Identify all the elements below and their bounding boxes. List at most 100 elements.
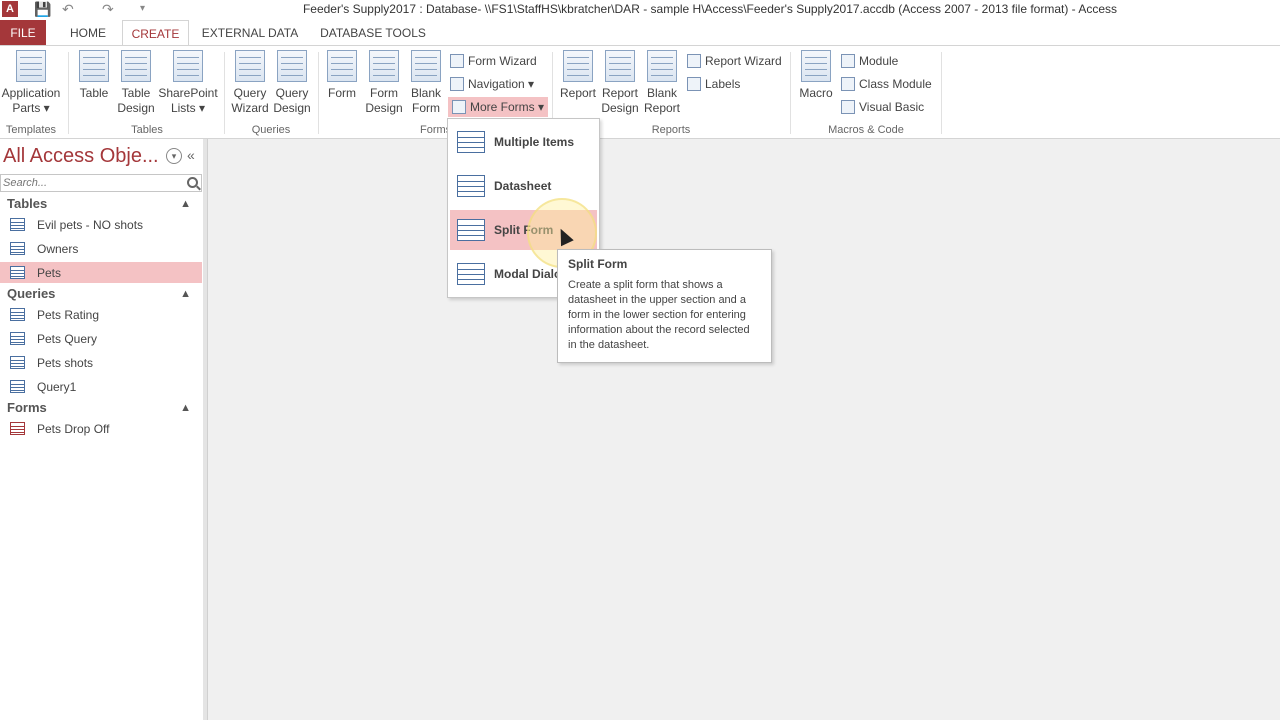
nav-search-box[interactable] [0,174,202,192]
module-button[interactable]: Module [841,51,898,71]
tab-create[interactable]: CREATE [122,20,189,47]
report-wizard-label: Report Wizard [705,54,782,68]
class-module-icon [841,77,855,91]
tab-home[interactable]: HOME [62,20,114,46]
nav-section-queries[interactable]: Queries ▲ [0,283,202,305]
form-design-button[interactable]: Form Design [364,50,404,116]
nav-item-form[interactable]: Pets Drop Off [0,418,202,440]
macro-icon [801,50,831,82]
group-label-queries: Queries [251,124,291,136]
visual-basic-label: Visual Basic [859,100,925,114]
nav-item-query[interactable]: Pets Rating [0,304,202,326]
nav-pane-title[interactable]: All Access Obje... [3,145,159,168]
table-design-icon [121,50,151,82]
menu-item-datasheet[interactable]: Datasheet [450,166,597,206]
report-design-button[interactable]: Report Design [600,50,640,116]
table-icon [10,266,25,279]
save-icon[interactable]: 💾 [34,0,51,18]
query-design-button[interactable]: Query Design [272,50,312,116]
navigation-label: Navigation [468,77,525,91]
chevron-up-icon[interactable]: ▲ [180,283,191,305]
modal-dialog-icon [457,263,485,285]
query-icon [10,332,25,345]
labels-label: Labels [705,77,741,91]
table-design-button[interactable]: Table Design [116,50,156,116]
group-label-macros-code: Macros & Code [828,124,904,136]
access-window: A 💾 ↶ ↷ ▾ Feeder's Supply2017 : Database… [0,0,1280,720]
nav-item-table[interactable]: Owners [0,238,202,260]
nav-search-input[interactable] [3,176,181,190]
form-wizard-button[interactable]: Form Wizard [450,51,537,71]
nav-section-forms[interactable]: Forms ▲ [0,397,202,419]
redo-icon[interactable]: ↷ [102,0,114,18]
nav-item-table[interactable]: Pets [0,262,202,284]
report-wizard-icon [687,54,701,68]
application-parts-button[interactable]: Application Parts ▾ [0,50,62,116]
blank-form-button[interactable]: Blank Form [406,50,446,116]
nav-item-label: Owners [37,242,79,256]
report-button[interactable]: Report [558,50,598,101]
customize-qat-icon[interactable]: ▾ [140,0,145,18]
search-icon[interactable] [187,177,198,188]
window-title: Feeder's Supply2017 : Database- \\FS1\St… [302,2,1118,16]
class-module-label: Class Module [859,77,932,91]
nav-item-label: Pets Rating [37,308,100,322]
query-wizard-button[interactable]: Query Wizard [230,50,270,116]
form-label: Form [328,86,356,100]
report-wizard-button[interactable]: Report Wizard [687,51,782,71]
sharepoint-lists-label: SharePoint Lists [158,86,218,115]
nav-item-query[interactable]: Pets shots [0,352,202,374]
nav-pane-menu-icon[interactable]: ▾ [166,148,182,164]
tooltip-title: Split Form [568,257,628,271]
form-design-icon [369,50,399,82]
form-design-label: Form Design [365,86,403,115]
menu-item-multiple-items[interactable]: Multiple Items [450,122,597,162]
query-wizard-icon [235,50,265,82]
split-form-icon [457,219,485,241]
labels-icon [687,77,701,91]
navigation-button[interactable]: Navigation ▾ [450,74,534,94]
table-button[interactable]: Table [76,50,112,101]
more-forms-button[interactable]: More Forms ▾ [448,97,549,117]
query-icon [10,308,25,321]
macro-button[interactable]: Macro [796,50,836,101]
menu-item-split-form[interactable]: Split Form [450,210,597,250]
table-label: Table [79,86,109,100]
menu-item-label: Split Form [494,223,554,237]
blank-report-icon [647,50,677,82]
more-forms-icon [452,100,466,114]
group-separator [790,52,791,134]
query-icon [10,380,25,393]
group-separator [318,52,319,134]
multiple-items-icon [457,131,485,153]
blank-report-button[interactable]: Blank Report [642,50,682,116]
tooltip-body: Create a split form that shows a datashe… [568,279,750,351]
macro-label: Macro [799,86,833,100]
chevron-up-icon[interactable]: ▲ [180,193,191,215]
class-module-button[interactable]: Class Module [841,74,932,94]
tab-external-data[interactable]: EXTERNAL DATA [196,20,304,46]
undo-icon[interactable]: ↶ [62,0,74,18]
shutter-bar-close-icon[interactable]: « [187,147,195,163]
module-label: Module [859,54,899,68]
visual-basic-button[interactable]: Visual Basic [841,97,924,117]
menu-item-label: Multiple Items [494,135,575,149]
query-design-label: Query Design [273,86,311,115]
group-label-templates: Templates [5,124,57,136]
nav-item-table[interactable]: Evil pets - NO shots [0,214,202,236]
chevron-up-icon[interactable]: ▲ [180,397,191,419]
access-app-icon[interactable]: A [2,1,18,17]
tab-database-tools[interactable]: DATABASE TOOLS [314,20,432,46]
report-icon [563,50,593,82]
nav-item-query[interactable]: Pets Query [0,328,202,350]
tab-file[interactable]: FILE [0,20,46,46]
nav-section-label: Forms [7,400,47,415]
sharepoint-lists-button[interactable]: SharePoint Lists ▾ [158,50,218,116]
form-button[interactable]: Form [324,50,360,101]
ribbon: Application Parts ▾ Templates Table Tabl… [0,45,1280,139]
labels-button[interactable]: Labels [687,74,740,94]
nav-section-label: Tables [7,196,48,211]
nav-section-tables[interactable]: Tables ▲ [0,193,202,215]
nav-item-query[interactable]: Query1 [0,376,202,398]
ribbon-tabs: FILE HOME CREATE EXTERNAL DATA DATABASE … [0,20,1280,47]
